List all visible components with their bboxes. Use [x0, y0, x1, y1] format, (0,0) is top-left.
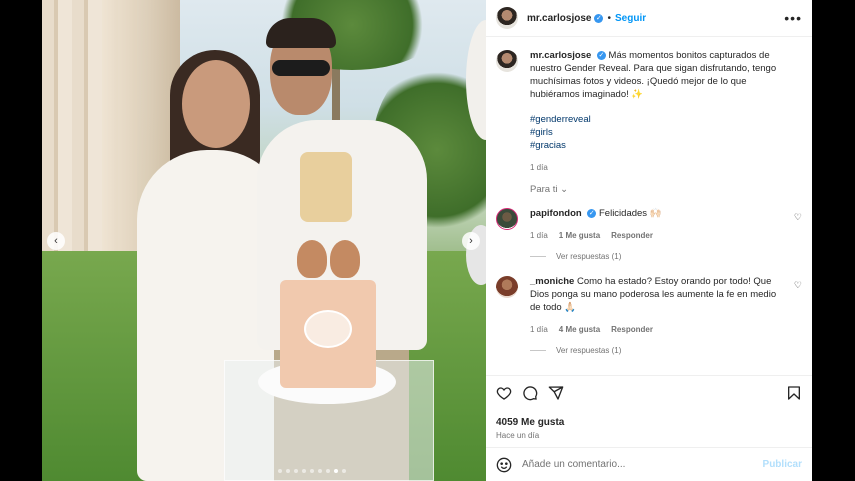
- follow-button[interactable]: Seguir: [615, 13, 646, 24]
- comment-icon[interactable]: [522, 385, 538, 401]
- comment-username[interactable]: papifondon: [530, 208, 582, 219]
- caption-time[interactable]: 1 día: [530, 161, 548, 174]
- carousel-dot: [278, 469, 282, 473]
- avatar[interactable]: [496, 276, 518, 298]
- verified-badge-icon: ✓: [587, 208, 597, 218]
- cake-label: [304, 310, 352, 348]
- publish-button[interactable]: Publicar: [763, 459, 802, 470]
- comments-scroll[interactable]: mr.carlosjose ✓ Más momentos bonitos cap…: [486, 37, 812, 375]
- header-separator: •: [607, 12, 611, 24]
- caption-username[interactable]: mr.carlosjose: [530, 50, 591, 61]
- replies-divider: [530, 350, 546, 351]
- view-replies-button[interactable]: Ver respuestas (1): [530, 252, 802, 261]
- instagram-post-modal: ‹ › mr.carlosjose ✓ • Seguir ••• mr.carl…: [0, 0, 855, 481]
- carousel-next-button[interactable]: ›: [462, 232, 480, 250]
- like-comment-heart-icon[interactable]: ♡: [794, 280, 802, 291]
- comment-time[interactable]: 1 día: [530, 229, 548, 242]
- post-side-panel: mr.carlosjose ✓ • Seguir ••• mr.carlosjo…: [486, 0, 812, 481]
- for-you-filter[interactable]: Para ti ⌄: [530, 184, 802, 195]
- carousel-dots: [278, 469, 346, 473]
- carousel-dot: [310, 469, 314, 473]
- comment-likes[interactable]: 1 Me gusta: [559, 229, 600, 242]
- comment-item: papifondon ✓ Felicidades 🙌🏻 1 día 1 Me g…: [496, 207, 802, 242]
- carousel-dot: [334, 469, 338, 473]
- comment-username[interactable]: _moniche: [530, 276, 574, 287]
- carousel-dot: [326, 469, 330, 473]
- more-options-icon[interactable]: •••: [784, 10, 802, 26]
- comment-input[interactable]: [522, 459, 752, 470]
- man-hair: [266, 18, 336, 48]
- comment-likes[interactable]: 4 Me gusta: [559, 323, 600, 336]
- carousel-dot: [342, 469, 346, 473]
- replies-divider: [530, 256, 546, 257]
- emoji-icon[interactable]: [496, 457, 512, 473]
- chevron-right-icon: ›: [469, 235, 473, 247]
- sunglasses: [272, 60, 330, 76]
- teddy-bear: [297, 240, 327, 278]
- post-timestamp: Hace un día: [496, 431, 540, 440]
- likes-count[interactable]: 4059 Me gusta: [496, 417, 802, 428]
- view-replies-label: Ver respuestas (1): [556, 346, 622, 355]
- like-comment-heart-icon[interactable]: ♡: [794, 212, 802, 223]
- post-actions: 4059 Me gusta Hace un día: [486, 375, 812, 447]
- avatar[interactable]: [496, 7, 518, 29]
- woman-face: [182, 60, 250, 148]
- post-photo[interactable]: [42, 0, 486, 481]
- reply-button[interactable]: Responder: [611, 323, 653, 336]
- teddy-bear: [330, 240, 360, 278]
- hashtag-link[interactable]: #girls: [530, 126, 792, 139]
- avatar[interactable]: [496, 208, 518, 230]
- comment-item: _moniche Como ha estado? Estoy orando po…: [496, 275, 802, 336]
- carousel-dot: [318, 469, 322, 473]
- comment-time[interactable]: 1 día: [530, 323, 548, 336]
- reply-button[interactable]: Responder: [611, 229, 653, 242]
- bookmark-icon[interactable]: [786, 385, 802, 401]
- hashtag-link[interactable]: #genderreveal: [530, 113, 792, 126]
- post-header: mr.carlosjose ✓ • Seguir •••: [486, 0, 812, 37]
- hashtag-link[interactable]: #gracias: [530, 139, 792, 152]
- carousel-dot: [286, 469, 290, 473]
- carousel-dot: [294, 469, 298, 473]
- verified-badge-icon: ✓: [596, 50, 606, 60]
- author-username[interactable]: mr.carlosjose: [527, 13, 591, 24]
- comment-composer: Publicar: [486, 447, 812, 481]
- cake-bow: [300, 152, 352, 222]
- heart-icon[interactable]: [496, 385, 512, 401]
- view-replies-label: Ver respuestas (1): [556, 252, 622, 261]
- hashtag-list: #genderreveal #girls #gracias: [530, 113, 792, 152]
- chevron-down-icon: ⌄: [560, 184, 569, 195]
- comment-text: Felicidades 🙌🏻: [599, 208, 662, 219]
- chevron-left-icon: ‹: [54, 235, 58, 247]
- share-icon[interactable]: [548, 385, 564, 401]
- avatar[interactable]: [496, 50, 518, 72]
- view-replies-button[interactable]: Ver respuestas (1): [530, 346, 802, 355]
- for-you-label: Para ti: [530, 184, 558, 195]
- carousel-prev-button[interactable]: ‹: [47, 232, 65, 250]
- verified-badge-icon: ✓: [594, 13, 604, 23]
- carousel-dot: [302, 469, 306, 473]
- caption: mr.carlosjose ✓ Más momentos bonitos cap…: [496, 49, 802, 174]
